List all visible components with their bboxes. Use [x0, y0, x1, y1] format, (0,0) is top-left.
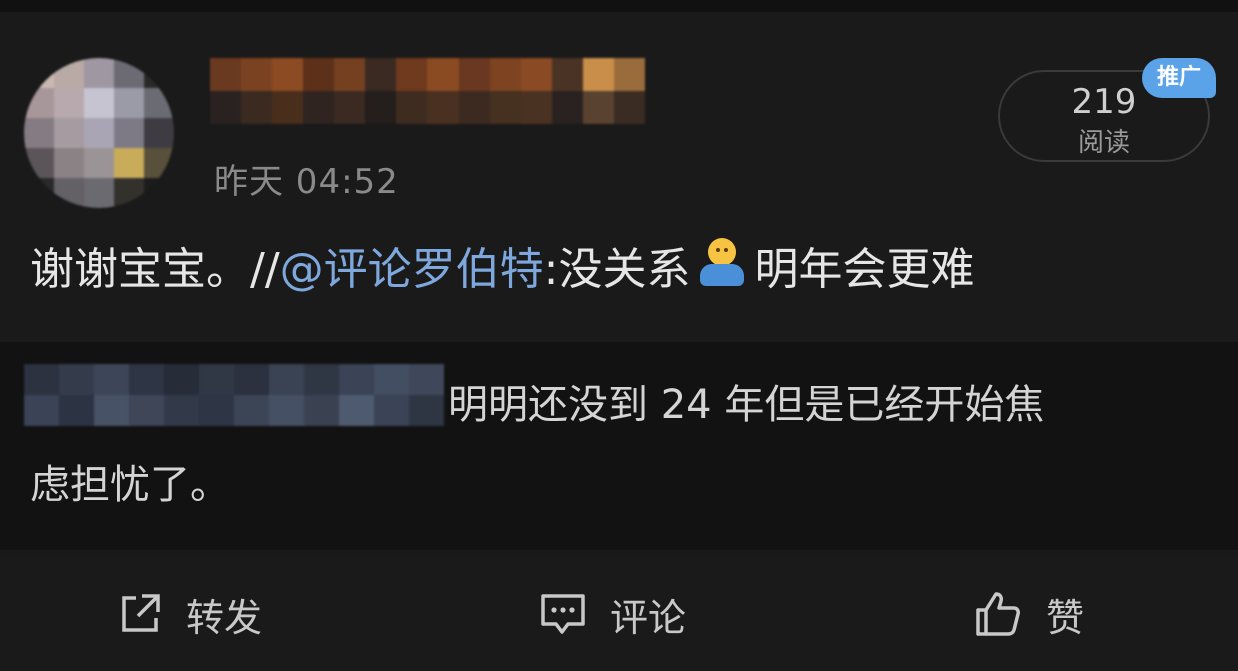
- share-out-icon: [116, 590, 164, 638]
- comment-bubble-icon: [538, 590, 588, 638]
- post-text-prefix: 谢谢宝宝。//: [30, 244, 280, 295]
- username-blurred[interactable]: [210, 58, 645, 124]
- avatar[interactable]: [24, 58, 174, 208]
- person-shrug-emoji-icon: [694, 236, 750, 292]
- repost-button[interactable]: 转发: [116, 586, 262, 642]
- promo-badge: 推广: [1142, 58, 1216, 98]
- comment-button[interactable]: 评论: [538, 586, 686, 642]
- comment-label: 评论: [610, 595, 687, 640]
- mention-link[interactable]: @评论罗伯特: [280, 244, 544, 295]
- retweet-comment-block[interactable]: 明明还没到 24 年但是已经开始焦 虑担忧了。: [0, 342, 1238, 550]
- comment-text-line-1: 明明还没到 24 年但是已经开始焦: [448, 382, 1045, 428]
- action-bar: 转发 评论 赞: [0, 556, 1238, 671]
- post-timestamp: 昨天 04:52: [214, 162, 399, 202]
- post-text-middle: :没关系: [543, 244, 691, 295]
- top-divider: [0, 0, 1238, 12]
- post-text-suffix: 明年会更难: [754, 244, 975, 295]
- comment-text-line-2: 虑担忧了。: [30, 462, 230, 508]
- post-card[interactable]: 昨天 04:52 219 阅读 推广 谢谢宝宝。//@评论罗伯特:没关系 明年会更…: [0, 12, 1238, 342]
- thumbs-up-icon: [972, 588, 1024, 640]
- like-label: 赞: [1046, 595, 1085, 640]
- like-button[interactable]: 赞: [972, 586, 1084, 642]
- read-label: 阅读: [1077, 128, 1130, 158]
- post-text: 谢谢宝宝。//@评论罗伯特:没关系 明年会更难: [30, 236, 1220, 302]
- weibo-post-screen: 昨天 04:52 219 阅读 推广 谢谢宝宝。//@评论罗伯特:没关系 明年会更…: [0, 0, 1238, 671]
- comment-author-blurred[interactable]: [24, 364, 444, 426]
- repost-label: 转发: [186, 595, 263, 640]
